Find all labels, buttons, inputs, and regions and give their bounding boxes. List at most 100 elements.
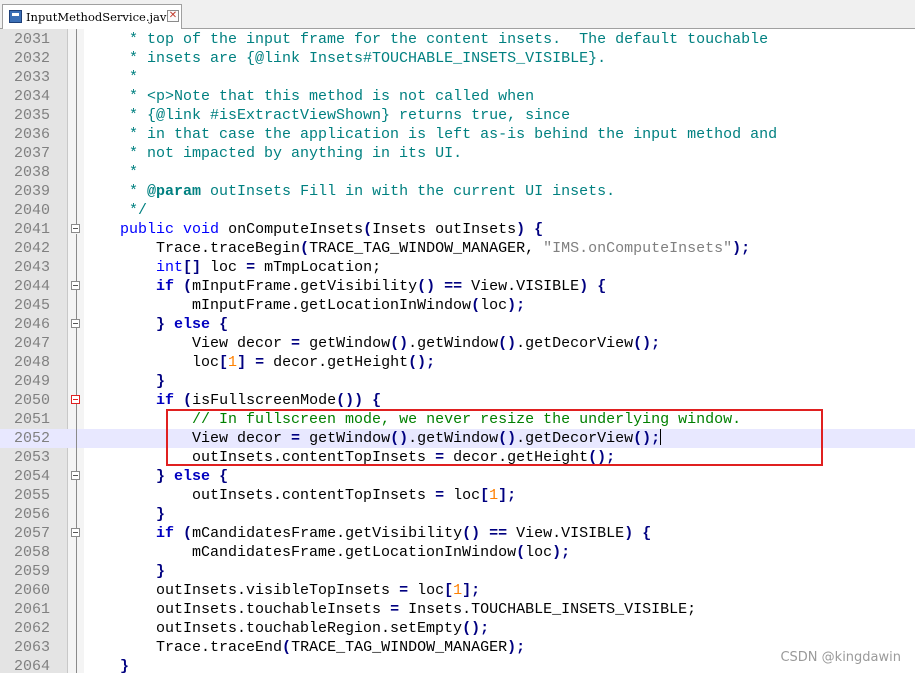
fold-toggle-icon[interactable] [71, 281, 80, 290]
code-token: TRACE_TAG_WINDOW_MANAGER [291, 639, 508, 656]
code-token: [ [480, 487, 490, 504]
line-number: 2061 [13, 601, 50, 618]
code-token: = [390, 601, 400, 618]
line-number: 2054 [13, 468, 50, 485]
line-number: 2051 [13, 411, 50, 428]
fold-toggle-icon[interactable] [71, 319, 80, 328]
code-line[interactable]: 2047 View decor = getWindow().getWindow(… [0, 334, 915, 353]
code-line[interactable]: 2038 * [0, 163, 915, 182]
code-token: { [372, 392, 382, 409]
code-token: outInsets.touchableInsets [84, 601, 391, 618]
fold-toggle-icon[interactable] [71, 471, 80, 480]
line-number: 2041 [13, 221, 50, 238]
code-line[interactable]: 2031 * top of the input frame for the co… [0, 30, 915, 49]
line-number: 2056 [13, 506, 50, 523]
code-token: ( [183, 278, 193, 295]
tab-input-method-service[interactable]: InputMethodService.java ✕ [2, 4, 182, 29]
code-line[interactable]: 2060 outInsets.visibleTopInsets = loc[1]… [0, 581, 915, 600]
line-number: 2042 [13, 240, 50, 257]
code-line[interactable]: 2036 * in that case the application is l… [0, 125, 915, 144]
code-token: (); [633, 335, 661, 352]
code-token: onComputeInsets [219, 221, 364, 238]
code-token: (); [462, 620, 490, 637]
tab-bar: InputMethodService.java ✕ [0, 0, 915, 29]
code-line[interactable]: 2032 * insets are {@link Insets#TOUCHABL… [0, 49, 915, 68]
code-line[interactable]: 2045 mInputFrame.getLocationInWindow(loc… [0, 296, 915, 315]
code-line[interactable]: 2054 } else { [0, 467, 915, 486]
fold-toggle-icon[interactable] [71, 395, 80, 404]
code-text: * in that case the application is left a… [84, 125, 777, 144]
code-token: isFullscreenMode [192, 392, 337, 409]
code-token: ]; [498, 487, 517, 504]
code-token: if [156, 278, 175, 295]
line-number: 2044 [13, 278, 50, 295]
code-token: ) [579, 278, 589, 295]
code-token: @param [147, 183, 202, 200]
code-token: loc [525, 544, 553, 561]
code-token: { [642, 525, 652, 542]
code-line[interactable]: 2062 outInsets.touchableRegion.setEmpty(… [0, 619, 915, 638]
code-line[interactable]: 2063 Trace.traceEnd(TRACE_TAG_WINDOW_MAN… [0, 638, 915, 657]
code-line[interactable]: 2035 * {@link #isExtractViewShown} retur… [0, 106, 915, 125]
code-token: * [129, 183, 148, 200]
code-line[interactable]: 2059 } [0, 562, 915, 581]
code-token: loc [84, 354, 220, 371]
code-token: mCandidatesFrame.getLocationInWindow [84, 544, 517, 561]
code-line[interactable]: 2056 } [0, 505, 915, 524]
code-token: { [219, 468, 229, 485]
code-token: * {@link #isExtractViewShown} returns tr… [129, 107, 571, 124]
code-text: Trace.traceEnd(TRACE_TAG_WINDOW_MANAGER)… [84, 638, 525, 657]
code-token: Insets.TOUCHABLE_INSETS_VISIBLE; [399, 601, 697, 618]
code-line[interactable]: 2064 } [0, 657, 915, 673]
fold-toggle-icon[interactable] [71, 528, 80, 537]
code-line[interactable]: 2042 Trace.traceBegin(TRACE_TAG_WINDOW_M… [0, 239, 915, 258]
code-line[interactable]: 2046 } else { [0, 315, 915, 334]
code-line[interactable]: 2033 * [0, 68, 915, 87]
code-text: outInsets.touchableRegion.setEmpty(); [84, 619, 489, 638]
code-line[interactable]: 2037 * not impacted by anything in its U… [0, 144, 915, 163]
code-line[interactable]: 2044 if (mInputFrame.getVisibility() == … [0, 277, 915, 296]
code-text: Trace.traceBegin(TRACE_TAG_WINDOW_MANAGE… [84, 239, 750, 258]
code-token: mInputFrame.getVisibility [192, 278, 418, 295]
code-token: } [156, 506, 166, 523]
code-line[interactable]: 2048 loc[1] = decor.getHeight(); [0, 353, 915, 372]
code-line[interactable]: 2061 outInsets.touchableInsets = Insets.… [0, 600, 915, 619]
code-text: } [84, 657, 129, 673]
code-line[interactable]: 2043 int[] loc = mTmpLocation; [0, 258, 915, 277]
code-line[interactable]: 2034 * <p>Note that this method is not c… [0, 87, 915, 106]
fold-guide-line [76, 29, 77, 224]
code-token: ) [516, 221, 526, 238]
code-line[interactable]: 2039 * @param outInsets Fill in with the… [0, 182, 915, 201]
code-token: ( [516, 544, 526, 561]
line-number: 2049 [13, 373, 50, 390]
code-line[interactable]: 2049 } [0, 372, 915, 391]
code-text: public void onComputeInsets(Insets outIn… [84, 220, 543, 239]
close-icon[interactable]: ✕ [167, 10, 179, 22]
code-line[interactable]: 2057 if (mCandidatesFrame.getVisibility(… [0, 524, 915, 543]
watermark: CSDN @kingdawin [780, 650, 901, 665]
code-token: * not impacted by anything in its UI. [129, 145, 463, 162]
code-line[interactable]: 2050 if (isFullscreenMode()) { [0, 391, 915, 410]
code-token: } [156, 563, 166, 580]
code-token: ); [507, 297, 526, 314]
code-line[interactable]: 2041 public void onComputeInsets(Insets … [0, 220, 915, 239]
code-token: View.VISIBLE [462, 278, 580, 295]
code-line[interactable]: 2055 outInsets.contentTopInsets = loc[1]… [0, 486, 915, 505]
code-editor[interactable]: 2031 * top of the input frame for the co… [0, 29, 915, 673]
line-number: 2062 [13, 620, 50, 637]
code-text: * <p>Note that this method is not called… [84, 87, 534, 106]
fold-toggle-icon[interactable] [71, 224, 80, 233]
code-token: 1 [489, 487, 499, 504]
code-line[interactable]: 2040 */ [0, 201, 915, 220]
code-token: loc [480, 297, 508, 314]
line-number: 2050 [13, 392, 50, 409]
code-line[interactable]: 2058 mCandidatesFrame.getLocationInWindo… [0, 543, 915, 562]
